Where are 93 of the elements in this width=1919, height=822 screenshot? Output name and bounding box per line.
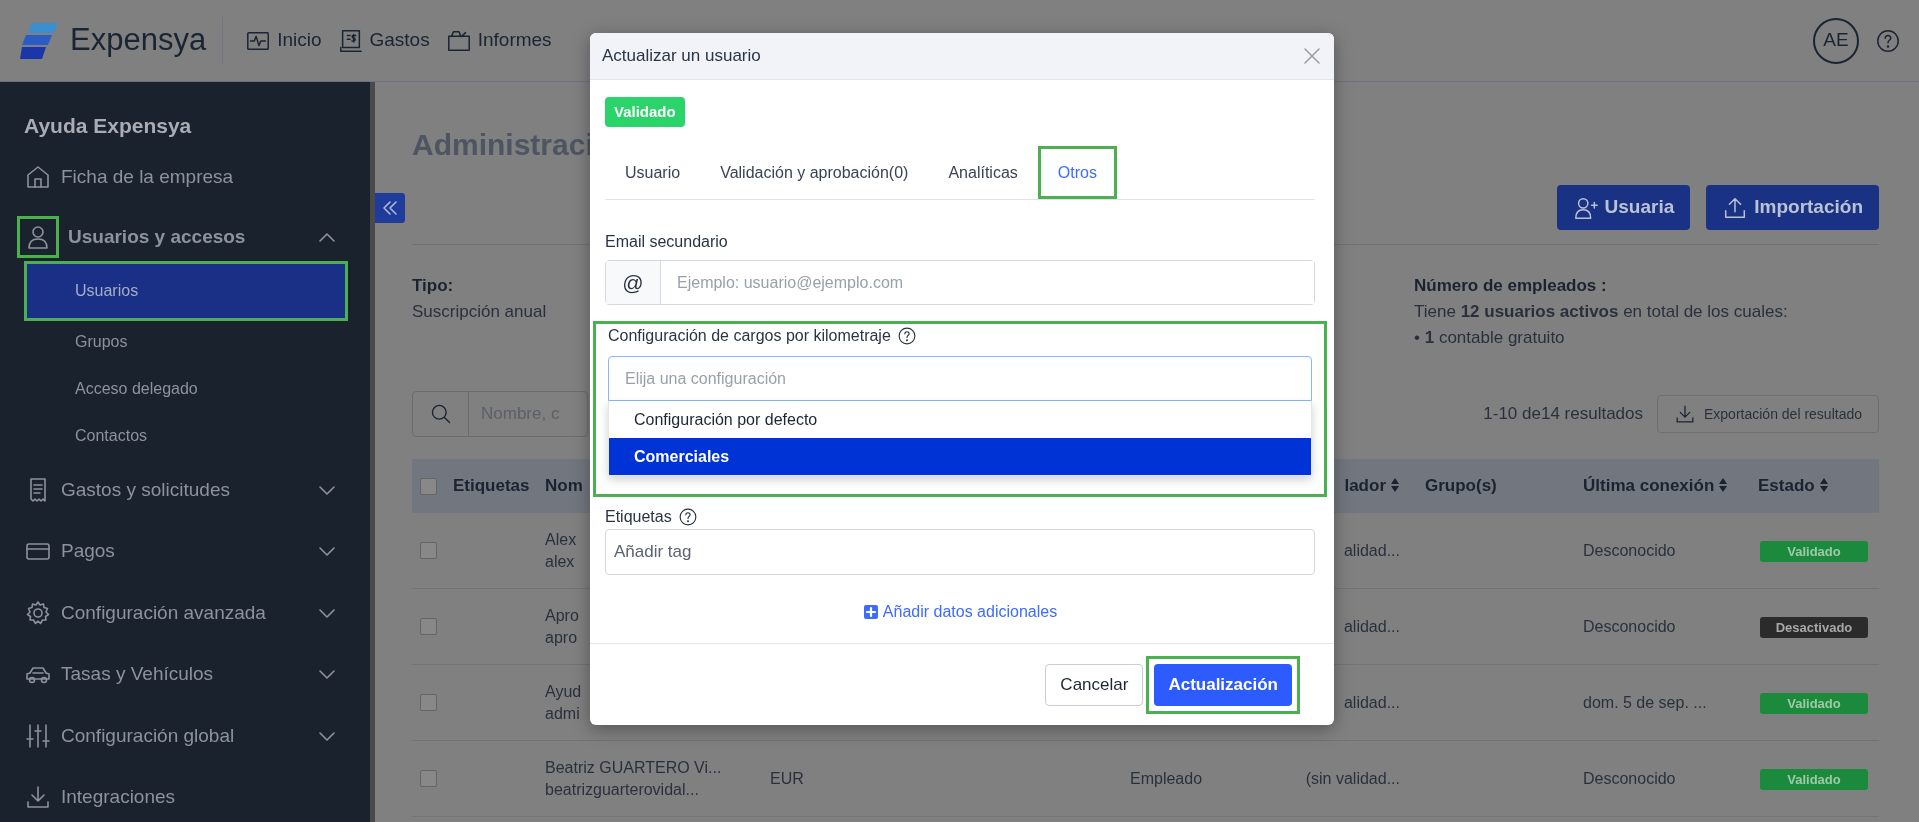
sidebar-item[interactable]: Configuración avanzada <box>0 582 370 644</box>
dropdown-option[interactable]: Comerciales <box>609 438 1311 475</box>
sidebar-subitem[interactable]: Contactos <box>27 412 345 459</box>
table-cell-text: alidad... <box>1343 616 1400 637</box>
field-label: Etiquetas <box>605 507 672 527</box>
column-header[interactable]: Grupo(s) <box>1425 475 1497 497</box>
table-cell-text: (sin validad... <box>1305 768 1400 789</box>
import-button[interactable]: Importación <box>1706 185 1879 230</box>
select-field[interactable]: Elija una configuración <box>608 356 1312 401</box>
table-cell-text: Beatriz GUARTERO Vi... <box>545 757 722 778</box>
download-icon <box>1674 403 1696 425</box>
sort-icon <box>1818 477 1829 493</box>
type-value: Suscripción anual <box>412 301 547 323</box>
status-badge: Validado <box>1760 540 1868 562</box>
employees-text: Tiene 12 usuarios activos en total de los cuales: <box>1414 301 1789 323</box>
sidebar-item[interactable]: Usuarios y accesos <box>0 212 370 262</box>
table-cell-text: Desconocido <box>1583 616 1676 637</box>
help-icon <box>896 326 917 346</box>
status-badge: Validado <box>1760 768 1868 790</box>
column-header[interactable]: Última conexión <box>1583 475 1729 497</box>
dropdown-option[interactable]: Configuración por defecto <box>609 401 1311 438</box>
help-icon <box>677 507 698 527</box>
table-cell-text: dom. 5 de sep. ... <box>1583 692 1707 713</box>
employees-title: Número de empleados : <box>1414 275 1608 297</box>
table-cell-text: alidad... <box>1343 540 1400 561</box>
collapse-button[interactable] <box>375 192 405 223</box>
close-button[interactable] <box>1302 46 1322 66</box>
status-badge: Desactivado <box>1760 616 1868 638</box>
status-badge: Validado <box>1760 692 1868 714</box>
update-button[interactable]: Actualización <box>1154 663 1292 706</box>
tab[interactable]: Usuario <box>605 146 701 199</box>
type-label: Tipo: <box>412 275 455 297</box>
table-cell-text: Apro <box>545 605 579 626</box>
sidebar-item[interactable]: Tasas y Vehículos <box>0 643 370 705</box>
column-header[interactable]: Estado <box>1758 475 1829 497</box>
sidebar-subitem[interactable]: Usuarios <box>27 264 345 318</box>
employees-text: • 1 contable gratuito <box>1414 327 1566 349</box>
table-cell-text: Alex <box>545 529 577 550</box>
sliders-icon <box>24 721 52 750</box>
home-icon <box>24 163 52 191</box>
tab[interactable]: Analíticas <box>928 146 1038 199</box>
row-checkbox[interactable] <box>420 770 437 787</box>
tab[interactable]: Validación y aprobación(0) <box>700 146 929 199</box>
sidebar-item[interactable]: Configuración global <box>0 705 370 767</box>
column-header[interactable]: Etiquetas <box>453 475 530 497</box>
column-header[interactable]: Nom <box>545 475 583 497</box>
add-data-link[interactable]: Añadir datos adicionales <box>862 600 1058 624</box>
status-badge: Validado <box>605 97 685 127</box>
cancel-button[interactable]: Cancelar <box>1045 663 1144 706</box>
sidebar-item[interactable]: Ficha de la empresa <box>0 152 370 202</box>
table-cell-text: alidad... <box>1343 692 1400 713</box>
add-user-button[interactable]: Usuaria <box>1556 185 1691 230</box>
row-checkbox[interactable] <box>420 618 437 635</box>
results-count: 1-10 de14 resultados <box>1483 403 1643 426</box>
logo-text: Expensya <box>70 21 207 60</box>
row-checkbox[interactable] <box>420 694 437 711</box>
table-cell-text: Desconocido <box>1583 768 1676 789</box>
table-cell-text: apro <box>545 627 578 648</box>
nav-link[interactable]: Informes <box>445 26 552 55</box>
modal-title: Actualizar un usuario <box>602 45 761 68</box>
sidebar-subitem[interactable]: Acceso delegado <box>27 365 345 412</box>
table-cell-text: Empleado <box>1130 768 1203 789</box>
user-avatar[interactable]: AE <box>1813 17 1859 64</box>
field-label: Email secundario <box>605 232 729 252</box>
table-cell-text: admi <box>545 703 580 724</box>
gear-icon <box>24 598 52 627</box>
table-cell-text: alex <box>545 551 575 572</box>
sort-icon <box>1718 477 1729 493</box>
sidebar-subitem[interactable]: Grupos <box>27 318 345 365</box>
close-icon <box>1302 46 1322 66</box>
row-checkbox[interactable] <box>420 542 437 559</box>
plus-icon <box>862 604 879 620</box>
field-label: Configuración de cargos por kilometraje <box>608 326 891 346</box>
export-button[interactable]: Exportación del resultado <box>1657 395 1879 433</box>
at-sign: @ <box>606 261 661 304</box>
sidebar-title: Ayuda Expensya <box>23 113 193 139</box>
select-all-checkbox[interactable] <box>420 477 437 495</box>
sidebar-item[interactable]: Gastos y solicitudes <box>0 459 370 521</box>
sidebar-item[interactable]: Integraciones <box>0 766 370 822</box>
email-field[interactable]: @ Ejemplo: usuario@ejemplo.com <box>605 260 1315 305</box>
table-cell-text: Desconocido <box>1583 540 1676 561</box>
table-cell-text: EUR <box>770 768 804 789</box>
tab[interactable]: Otros <box>1037 146 1117 199</box>
sidebar-item[interactable]: Pagos <box>0 520 370 582</box>
nav-link[interactable]: Inicio <box>245 26 322 55</box>
column-header[interactable]: lador <box>1344 475 1400 497</box>
sort-icon <box>1390 477 1400 493</box>
tags-field[interactable]: Añadir tag <box>605 529 1315 575</box>
nav-link[interactable]: Gastos <box>337 26 430 55</box>
table-cell-text: Ayud <box>545 681 582 702</box>
help-icon <box>1875 27 1901 54</box>
table-cell-text: beatrizguarterovidal... <box>545 779 699 800</box>
receipt-icon <box>337 27 364 54</box>
